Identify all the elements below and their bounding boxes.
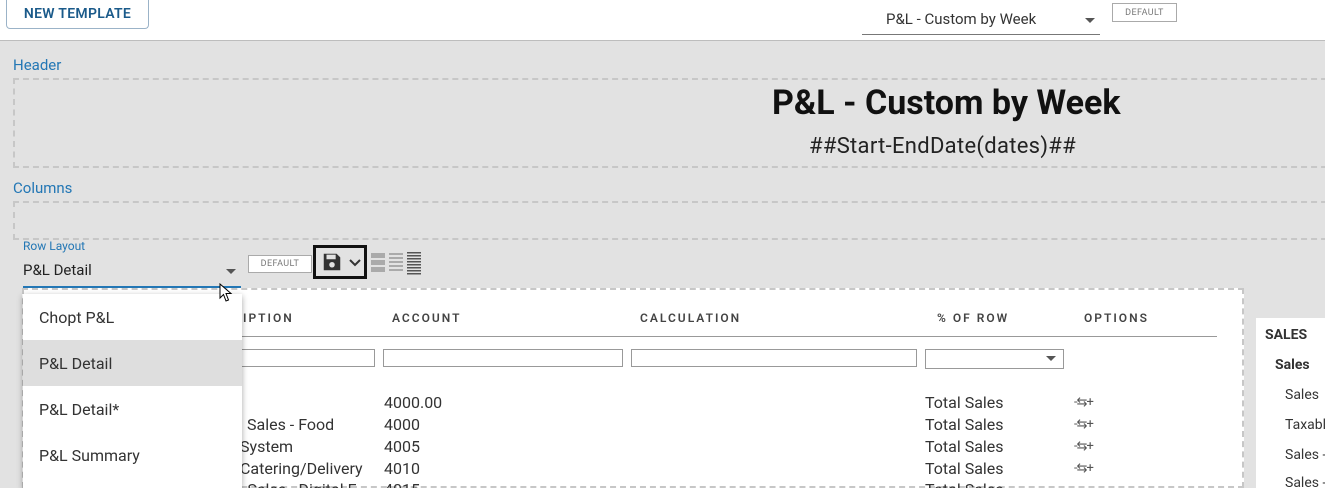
columns-dropzone — [13, 201, 1325, 240]
chevron-down-icon — [1046, 356, 1056, 361]
save-icon — [323, 253, 341, 271]
save-menu-button[interactable] — [313, 245, 367, 279]
col-header-description: IPTION — [243, 311, 294, 325]
row-layout-default-button[interactable]: DEFAULT — [248, 255, 312, 273]
row-percent: Total Sales — [925, 415, 1004, 434]
row-options-icon[interactable]: -⇆+ — [1074, 417, 1094, 432]
col-header-calculation: CALCULATION — [640, 311, 742, 325]
dropdown-option[interactable]: P&L Detail — [23, 340, 242, 386]
header-dropzone — [13, 78, 1325, 168]
row-options-icon[interactable]: -⇆+ — [1074, 461, 1094, 476]
row-options-icon[interactable]: -⇆+ — [1074, 395, 1094, 410]
header-divider — [215, 336, 1217, 337]
row-layout-dropdown-menu: Chopt P&L P&L Detail P&L Detail* P&L Sum… — [23, 294, 242, 488]
row-percent: Total Sales — [925, 480, 1004, 488]
calculation-filter-input[interactable] — [631, 349, 917, 367]
description-filter-input[interactable] — [230, 349, 375, 367]
row-options-icon[interactable]: -⇆+ — [1074, 439, 1094, 454]
new-template-button[interactable]: NEW TEMPLATE — [6, 0, 149, 29]
tree-item[interactable]: Sales — [1275, 357, 1310, 373]
row-description: Sales - Food — [247, 415, 335, 434]
density-medium-icon[interactable] — [389, 252, 403, 274]
tree-item[interactable]: Sales - — [1285, 475, 1325, 488]
header-section-label: Header — [13, 56, 62, 74]
row-layout-select-value: P&L Detail — [23, 261, 92, 279]
row-account: 4005 — [384, 437, 420, 456]
template-select[interactable]: P&L - Custom by Week — [862, 8, 1100, 35]
density-compact-icon[interactable] — [371, 252, 385, 274]
chevron-down-icon — [349, 259, 361, 267]
account-tree-panel: SALES Sales Sales Taxabl Sales - Sales - — [1256, 318, 1325, 488]
col-header-account: ACCOUNT — [392, 311, 462, 325]
dropdown-option[interactable]: Chopt P&L — [23, 294, 242, 340]
template-select-value: P&L - Custom by Week — [886, 10, 1037, 28]
row-percent: Total Sales — [925, 393, 1004, 412]
report-subtitle: ##Start-EndDate(dates)## — [809, 134, 1076, 159]
row-account: 4000.00 — [384, 393, 443, 412]
row-description: System — [240, 437, 294, 456]
columns-section-label: Columns — [13, 179, 73, 197]
row-account: 4000 — [384, 415, 420, 434]
tree-item[interactable]: Taxabl — [1285, 417, 1325, 433]
row-percent: Total Sales — [925, 437, 1004, 456]
account-filter-input[interactable] — [383, 349, 623, 367]
template-default-button[interactable]: DEFAULT — [1112, 3, 1177, 22]
tree-item[interactable]: Sales - — [1285, 447, 1325, 463]
row-layout-select[interactable]: P&L Detail — [23, 258, 241, 288]
row-description: Catering/Delivery — [240, 459, 363, 478]
row-account: 4015 — [384, 480, 420, 488]
density-comfortable-icon[interactable] — [407, 251, 421, 275]
dropdown-option[interactable]: P&L Detail* — [23, 386, 242, 432]
col-header-options: OPTIONS — [1084, 311, 1149, 325]
chevron-down-icon — [226, 269, 236, 274]
mouse-cursor-icon — [219, 283, 233, 302]
percent-filter-select[interactable] — [925, 349, 1064, 369]
tree-item[interactable]: SALES — [1265, 327, 1307, 343]
tree-item[interactable]: Sales — [1285, 387, 1319, 403]
col-header-percent-of-row: % OF ROW — [937, 311, 1010, 325]
report-title: P&L - Custom by Week — [772, 83, 1121, 123]
row-account: 4010 — [384, 459, 420, 478]
row-percent: Total Sales — [925, 459, 1004, 478]
dropdown-option[interactable]: P&L Summary — [23, 432, 242, 478]
row-layout-label: Row Layout — [23, 239, 86, 253]
chevron-down-icon — [1085, 18, 1095, 23]
